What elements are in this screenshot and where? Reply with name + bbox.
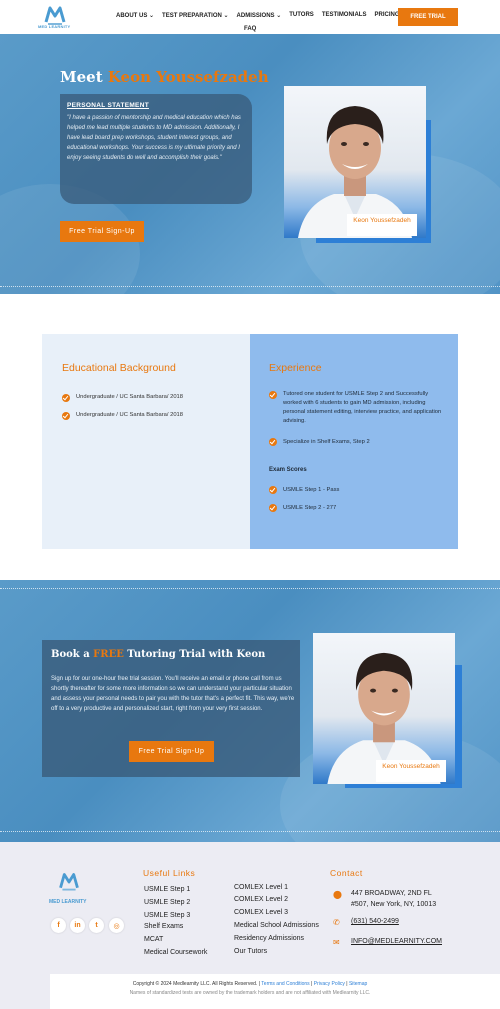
personal-statement-box: PERSONAL STATEMENT "I have a passion of … [60, 94, 252, 204]
facebook-icon[interactable]: f [51, 918, 66, 933]
booking-section: Book a FREE Tutoring Trial with Keon Sig… [0, 580, 500, 842]
site-footer: MED LEARNITY f in t ◎ Useful Links USMLE… [0, 842, 500, 1009]
footer-link[interactable]: USMLE Step 1 [144, 886, 190, 893]
privacy-link[interactable]: Privacy Policy [314, 981, 345, 987]
copyright-text: Copyright © 2024 Medlearnity LLC. All Ri… [132, 981, 258, 987]
nav-admissions[interactable]: ADMISSIONS ⌄ [237, 12, 282, 19]
education-title: Educational Background [62, 362, 176, 374]
site-header: MED LEARNITY ABOUT US ⌄ TEST PREPARATION… [0, 0, 500, 34]
nav-tutors[interactable]: TUTORS [289, 12, 314, 19]
footer-link[interactable]: COMLEX Level 1 [234, 884, 288, 891]
nav-test-preparation[interactable]: TEST PREPARATION ⌄ [162, 12, 228, 19]
tutor-hero: Meet Keon Youssefzadeh PERSONAL STATEMEN… [0, 34, 500, 294]
footer-link[interactable]: Residency Admissions [234, 935, 304, 942]
check-icon [269, 438, 277, 446]
medlearnity-logo-icon[interactable] [53, 868, 85, 898]
nav-faq[interactable]: FAQ [244, 26, 256, 32]
exam-score: USMLE Step 1 - Pass [283, 487, 340, 493]
sitemap-link[interactable]: Sitemap [349, 981, 367, 987]
hero-title: Meet Keon Youssefzadeh [60, 68, 269, 86]
footer-link[interactable]: USMLE Step 2 [144, 899, 190, 906]
logo-text: MED LEARNITY [38, 24, 71, 29]
experience-title: Experience [269, 362, 322, 374]
terms-link[interactable]: Terms and Conditions [261, 981, 309, 987]
divider [0, 286, 500, 287]
footer-link[interactable]: MCAT [144, 936, 163, 943]
check-icon [62, 412, 70, 420]
nav-pricing[interactable]: PRICING [374, 12, 399, 19]
exam-scores-heading: Exam Scores [269, 467, 307, 473]
education-item: Undergraduate / UC Santa Barbara/ 2018 [76, 412, 183, 418]
footer-link[interactable]: Shelf Exams [144, 923, 183, 930]
hero-signup-button[interactable]: Free Trial Sign-Up [60, 221, 144, 242]
education-item: Undergraduate / UC Santa Barbara/ 2018 [76, 394, 183, 400]
footer-link[interactable]: COMLEX Level 2 [234, 896, 288, 903]
nav-about-us[interactable]: ABOUT US ⌄ [116, 12, 154, 19]
contact-phone[interactable]: (631) 540-2499 [351, 916, 399, 927]
experience-card: Experience Tutored one student for USMLE… [250, 334, 458, 549]
useful-links-heading: Useful Links [143, 868, 196, 878]
contact-email[interactable]: INFO@MEDLEARNITY.COM [351, 936, 442, 947]
booking-signup-button[interactable]: Free Trial Sign-Up [129, 741, 214, 762]
linkedin-icon[interactable]: in [70, 918, 85, 933]
experience-item: Specialize in Shelf Exams, Step 2 [283, 439, 370, 445]
contact-heading: Contact [330, 868, 363, 878]
location-pin-icon: ⬤ [333, 890, 342, 899]
experience-item: Tutored one student for USMLE Step 2 and… [283, 391, 442, 424]
footer-link[interactable]: Medical Coursework [144, 949, 207, 956]
photo-caption: Keon Youssefzadeh [376, 760, 446, 782]
main-nav: ABOUT US ⌄ TEST PREPARATION ⌄ ADMISSIONS… [116, 12, 400, 19]
education-card: Educational Background Undergraduate / U… [42, 334, 250, 549]
footer-link[interactable]: COMLEX Level 3 [234, 909, 288, 916]
footer-logo-text: MED LEARNITY [49, 899, 87, 905]
contact-address: 447 BROADWAY, 2ND FL #507, New York, NY,… [351, 890, 437, 908]
check-icon [269, 486, 277, 494]
email-icon: ✉ [333, 938, 340, 947]
personal-statement-heading: PERSONAL STATEMENT [67, 102, 149, 109]
divider [0, 831, 500, 832]
photo-caption: Keon Youssefzadeh [347, 214, 417, 236]
exam-score: USMLE Step 2 - 277 [283, 505, 337, 511]
booking-box: Book a FREE Tutoring Trial with Keon Sig… [42, 640, 300, 777]
personal-statement-text: "I have a passion of mentorship and medi… [67, 115, 241, 161]
twitter-icon[interactable]: t [89, 918, 104, 933]
check-icon [269, 504, 277, 512]
check-icon [269, 391, 277, 399]
footer-link[interactable]: USMLE Step 3 [144, 912, 190, 919]
check-icon [62, 394, 70, 402]
booking-title: Book a FREE Tutoring Trial with Keon [51, 649, 266, 660]
phone-icon: ✆ [333, 918, 340, 927]
tutor-name: Keon Youssefzadeh [107, 68, 269, 86]
copyright-line: Copyright © 2024 Medlearnity LLC. All Ri… [132, 981, 368, 987]
nav-testimonials[interactable]: TESTIMONIALS [322, 12, 367, 19]
footer-link[interactable]: Medical School Admissions [234, 922, 319, 929]
instagram-icon[interactable]: ◎ [109, 918, 124, 933]
footer-link[interactable]: Our Tutors [234, 948, 267, 955]
free-trial-button[interactable]: FREE TRIAL [398, 8, 458, 26]
divider [0, 588, 500, 589]
booking-description: Sign up for our one-hour free trial sess… [51, 676, 295, 712]
trademark-disclaimer: Names of standardized tests are owned by… [129, 990, 371, 996]
